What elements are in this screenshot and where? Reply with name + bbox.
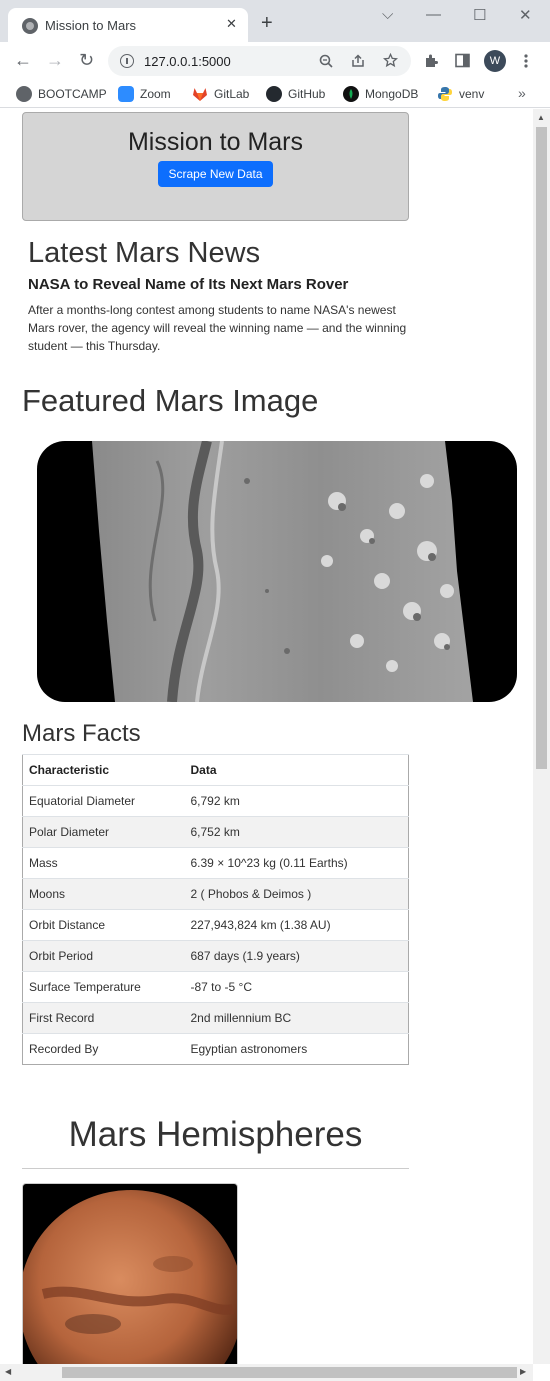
share-icon[interactable]	[351, 54, 365, 68]
table-row: Equatorial Diameter 6,792 km	[22, 785, 409, 817]
jumbotron: Mission to Mars Scrape New Data	[22, 112, 409, 221]
zoom-icon	[118, 86, 134, 102]
mongodb-icon	[343, 86, 359, 102]
table-row: Mass 6.39 × 10^23 kg (0.11 Earths)	[22, 847, 409, 879]
table-row: First Record 2nd millennium BC	[22, 1002, 409, 1034]
site-info-icon[interactable]	[120, 54, 134, 68]
hemisphere-thumbnail[interactable]	[22, 1183, 238, 1381]
table-cell: Equatorial Diameter	[22, 785, 185, 817]
bookmark-label: GitLab	[214, 87, 250, 101]
table-cell: Mass	[22, 847, 185, 879]
news-paragraph: After a months-long contest among studen…	[28, 303, 407, 353]
divider	[22, 1168, 409, 1169]
side-panel-icon[interactable]	[455, 53, 470, 68]
table-cell: 6,752 km	[184, 816, 409, 848]
bookmark-label: Zoom	[140, 87, 171, 101]
table-cell: Orbit Period	[22, 940, 185, 972]
page-title: Mission to Mars	[127, 128, 304, 156]
table-row: Orbit Period 687 days (1.9 years)	[22, 940, 409, 972]
minimize-button[interactable]: —	[426, 6, 441, 23]
table-cell: 6.39 × 10^23 kg (0.11 Earths)	[184, 847, 409, 879]
bookmark-label: BOOTCAMP	[38, 87, 107, 101]
table-cell: Egyptian astronomers	[184, 1033, 409, 1065]
column-header: Data	[184, 754, 409, 786]
more-bookmarks-button[interactable]: »	[518, 85, 526, 101]
mongodb-leaf-icon	[349, 89, 353, 99]
reload-button[interactable]: ↻	[79, 51, 94, 69]
bookmark-label: MongoDB	[365, 87, 419, 101]
table-cell: Polar Diameter	[22, 816, 185, 848]
mars-globe-image	[23, 1190, 237, 1381]
scroll-right-arrow-icon[interactable]: ▶	[520, 1367, 526, 1376]
scroll-up-arrow-icon[interactable]: ▲	[537, 113, 545, 122]
bookmark-star-icon[interactable]	[383, 53, 398, 68]
table-row: Moons 2 ( Phobos & Deimos )	[22, 878, 409, 910]
horizontal-scrollbar[interactable]: ◀ ▶	[0, 1364, 533, 1381]
globe-icon	[16, 86, 32, 102]
back-button[interactable]: ←	[14, 51, 32, 69]
github-icon	[266, 86, 282, 102]
browser-window: Mission to Mars ✕ + ⌵ — ☐ ✕ ← → ↻ 127.0.…	[0, 0, 550, 1381]
table-cell: 2nd millennium BC	[184, 1002, 409, 1034]
profile-avatar[interactable]: W	[484, 50, 506, 72]
maximize-button[interactable]: ☐	[473, 6, 486, 24]
table-row: Orbit Distance 227,943,824 km (1.38 AU)	[22, 909, 409, 941]
column-header: Characteristic	[22, 754, 185, 786]
mars-facts-table: Characteristic Data Equatorial Diameter 6…	[22, 754, 409, 1065]
vertical-scroll-thumb[interactable]	[536, 127, 547, 769]
bookmarks-bar: BOOTCAMP Zoom GitLab GitHub MongoDB venv…	[0, 80, 550, 108]
vertical-scrollbar[interactable]: ▲	[533, 109, 550, 1364]
bookmark-label: GitHub	[288, 87, 326, 101]
tab-mission-to-mars[interactable]: Mission to Mars ✕	[8, 8, 248, 42]
page-viewport: Mission to Mars Scrape New Data Latest M…	[0, 109, 550, 1381]
extensions-icon[interactable]	[423, 53, 439, 69]
table-cell: Moons	[22, 878, 185, 910]
address-bar[interactable]: 127.0.0.1:5000	[108, 46, 411, 76]
table-cell: 687 days (1.9 years)	[184, 940, 409, 972]
scrape-new-data-button[interactable]: Scrape New Data	[158, 161, 273, 187]
table-cell: 227,943,824 km (1.38 AU)	[184, 909, 409, 941]
mars-hemispheres-heading: Mars Hemispheres	[68, 1115, 363, 1154]
news-heading: Latest Mars News	[28, 237, 261, 269]
tab-title: Mission to Mars	[45, 18, 137, 33]
gitlab-icon	[193, 88, 207, 101]
mars-facts-heading: Mars Facts	[22, 720, 141, 747]
browser-toolbar: ← → ↻ 127.0.0.1:5000 W	[0, 42, 550, 80]
close-tab-icon[interactable]: ✕	[226, 16, 237, 32]
table-cell: Surface Temperature	[22, 971, 185, 1003]
bookmark-label: venv	[459, 87, 485, 101]
globe-icon	[22, 18, 38, 34]
close-window-button[interactable]: ✕	[519, 6, 532, 24]
mars-surface-image	[92, 441, 473, 702]
table-cell: 6,792 km	[184, 785, 409, 817]
featured-image-heading: Featured Mars Image	[22, 383, 319, 418]
table-cell: Orbit Distance	[22, 909, 185, 941]
new-tab-button[interactable]: +	[261, 13, 273, 33]
url-text[interactable]: 127.0.0.1:5000	[144, 54, 231, 69]
table-cell: 2 ( Phobos & Deimos )	[184, 878, 409, 910]
news-title: NASA to Reveal Name of Its Next Mars Rov…	[28, 276, 349, 293]
scroll-left-arrow-icon[interactable]: ◀	[5, 1367, 11, 1376]
horizontal-scroll-thumb[interactable]	[62, 1367, 517, 1378]
menu-icon[interactable]	[523, 53, 529, 69]
featured-mars-image[interactable]	[37, 441, 517, 702]
forward-button[interactable]: →	[46, 51, 64, 69]
table-row: Recorded By Egyptian astronomers	[22, 1033, 409, 1065]
table-cell: First Record	[22, 1002, 185, 1034]
zoom-icon[interactable]	[319, 54, 333, 68]
table-row: Polar Diameter 6,752 km	[22, 816, 409, 848]
table-header-row: Characteristic Data	[22, 754, 409, 786]
table-cell: -87 to -5 °C	[184, 971, 409, 1003]
table-cell: Recorded By	[22, 1033, 185, 1065]
tab-strip: Mission to Mars ✕ + ⌵ — ☐ ✕	[0, 0, 550, 42]
table-row: Surface Temperature -87 to -5 °C	[22, 971, 409, 1003]
python-icon	[438, 87, 452, 101]
tab-search-icon[interactable]: ⌵	[382, 6, 393, 23]
